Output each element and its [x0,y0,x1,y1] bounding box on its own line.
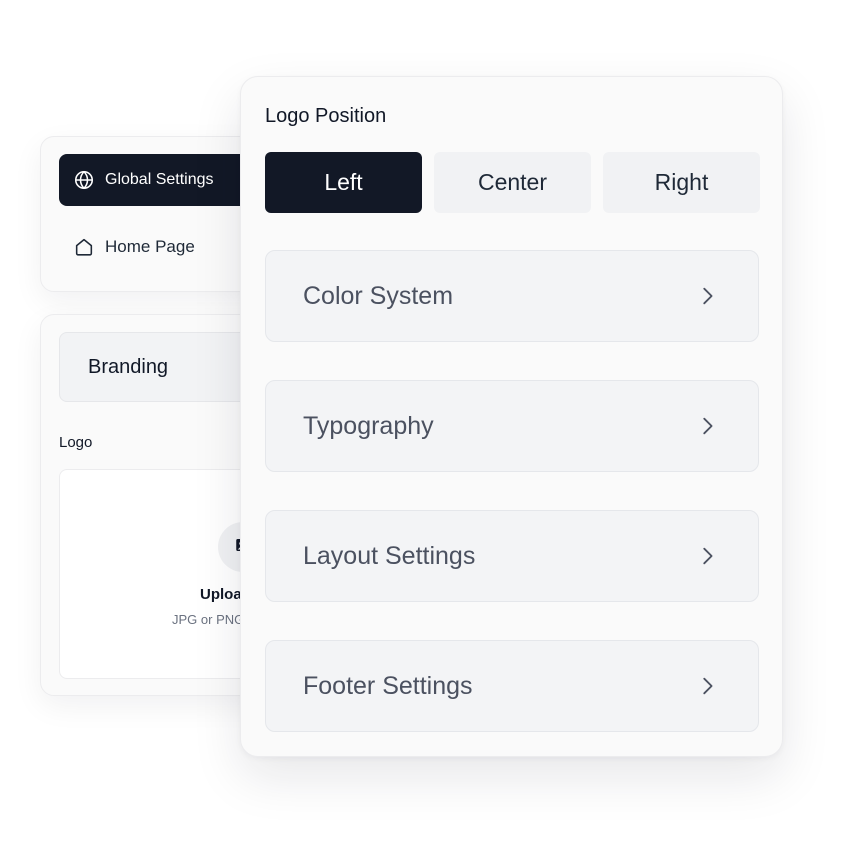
logo-position-title: Logo Position [265,105,387,127]
section-label: Layout Settings [303,541,476,570]
chevron-right-icon [696,545,718,567]
home-icon [73,236,95,258]
logo-position-left-button[interactable]: Left [265,152,422,213]
branding-label: Branding [88,355,169,378]
app-canvas: Global Settings Home Page Branding Logo [0,0,864,842]
typography-section[interactable]: Typography [265,380,759,472]
upload-title: Uploa [200,586,242,603]
section-label: Footer Settings [303,671,473,700]
nav-item-label: Global Settings [105,171,214,188]
section-label: Typography [303,411,434,440]
chevron-right-icon [696,285,718,307]
logo-position-center-button[interactable]: Center [434,152,591,213]
upload-hint: JPG or PNG [172,612,245,627]
chevron-right-icon [696,675,718,697]
section-label: Color System [303,281,454,310]
logo-field-label: Logo [59,434,93,451]
chevron-right-icon [696,415,718,437]
layout-settings-section[interactable]: Layout Settings [265,510,759,602]
logo-settings-panel: Logo Position Left Center Right Color Sy… [240,76,783,757]
logo-position-right-button[interactable]: Right [603,152,760,213]
nav-item-label: Home Page [105,237,195,256]
globe-icon [73,169,95,191]
footer-settings-section[interactable]: Footer Settings [265,640,759,732]
color-system-section[interactable]: Color System [265,250,759,342]
